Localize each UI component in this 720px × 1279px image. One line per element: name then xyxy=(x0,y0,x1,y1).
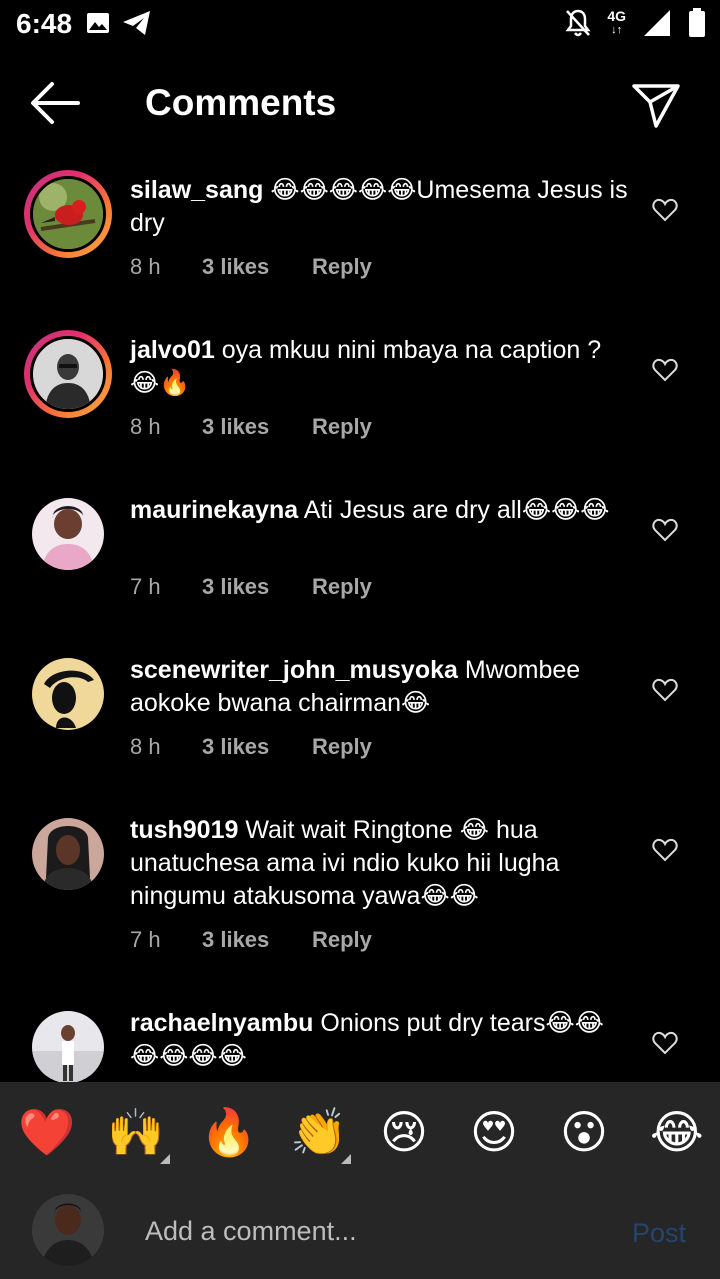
battery-icon xyxy=(689,8,705,37)
comment-likes[interactable]: 3 likes xyxy=(202,734,312,760)
comment-input[interactable]: Add a comment... xyxy=(145,1216,357,1247)
comment-time: 8 h xyxy=(130,254,161,279)
signal-icon xyxy=(644,10,670,36)
reply-button[interactable]: Reply xyxy=(312,574,372,600)
reaction-raised-hands-emoji[interactable]: 🙌 xyxy=(107,1104,164,1160)
reaction-crying-emoji[interactable]: 😢 xyxy=(380,1104,428,1160)
comment-likes[interactable]: 3 likes xyxy=(202,574,312,600)
comment-likes[interactable]: 3 likes xyxy=(202,254,312,280)
reply-button[interactable]: Reply xyxy=(312,414,372,440)
skin-tone-indicator xyxy=(341,1154,351,1164)
reaction-fire-emoji[interactable]: 🔥 xyxy=(200,1104,257,1160)
like-heart-icon[interactable] xyxy=(652,358,678,382)
network-indicator: 4G ↓↑ xyxy=(607,8,626,36)
current-user-avatar xyxy=(32,1194,104,1266)
comment-time: 7 h xyxy=(130,927,161,952)
reaction-heart-emoji[interactable]: ❤️ xyxy=(18,1104,75,1160)
reply-button[interactable]: Reply xyxy=(312,734,372,760)
like-heart-icon[interactable] xyxy=(652,518,678,542)
notifications-off-icon xyxy=(565,9,591,37)
comment-time: 7 h xyxy=(130,574,161,599)
comment-time: 8 h xyxy=(130,414,161,439)
reaction-surprised-emoji[interactable]: 😮 xyxy=(560,1104,608,1160)
quick-reactions-bar: ❤️ 🙌 🔥 👏 😢 😍 😮 😂 xyxy=(0,1082,720,1182)
comment-composer: Add a comment... Post xyxy=(0,1182,720,1279)
comment-text: Ati Jesus are dry all😂😂😂 xyxy=(303,496,610,524)
header: Comments xyxy=(0,60,720,150)
send-icon[interactable] xyxy=(630,78,682,130)
reaction-clap-emoji[interactable]: 👏 xyxy=(290,1104,347,1160)
avatar[interactable] xyxy=(32,818,104,890)
telegram-icon xyxy=(123,11,150,35)
avatar-story-ring[interactable] xyxy=(24,170,112,258)
reply-button[interactable]: Reply xyxy=(312,254,372,280)
comment-username[interactable]: maurinekayna xyxy=(130,496,298,524)
like-heart-icon[interactable] xyxy=(652,198,678,222)
comment-time: 8 h xyxy=(130,734,161,759)
like-heart-icon[interactable] xyxy=(652,1031,678,1055)
avatar xyxy=(30,336,106,412)
comment-username[interactable]: rachaelnyambu xyxy=(130,1009,313,1037)
avatar xyxy=(30,176,106,252)
post-button[interactable]: Post xyxy=(632,1218,686,1249)
reaction-laughing-emoji[interactable]: 😂 xyxy=(650,1104,704,1160)
reaction-heart-eyes-emoji[interactable]: 😍 xyxy=(470,1104,518,1160)
gallery-icon xyxy=(87,13,109,33)
status-time: 6:48 xyxy=(16,8,73,39)
comment-likes[interactable]: 3 likes xyxy=(202,414,312,440)
like-heart-icon[interactable] xyxy=(652,678,678,702)
comment-likes[interactable]: 3 likes xyxy=(202,927,312,953)
comment-username[interactable]: silaw_sang xyxy=(130,176,263,204)
avatar[interactable] xyxy=(32,1011,104,1083)
back-arrow-icon[interactable] xyxy=(30,80,80,126)
avatar-story-ring[interactable] xyxy=(24,330,112,418)
avatar[interactable] xyxy=(32,498,104,570)
comment-username[interactable]: jalvo01 xyxy=(130,336,215,364)
skin-tone-indicator xyxy=(160,1154,170,1164)
avatar[interactable] xyxy=(32,658,104,730)
comment-username[interactable]: tush9019 xyxy=(130,816,238,844)
status-bar: 6:48 4G ↓↑ xyxy=(0,0,720,50)
like-heart-icon[interactable] xyxy=(652,838,678,862)
comment-username[interactable]: scenewriter_john_musyoka xyxy=(130,656,458,684)
page-title: Comments xyxy=(145,82,337,123)
reply-button[interactable]: Reply xyxy=(312,927,372,953)
